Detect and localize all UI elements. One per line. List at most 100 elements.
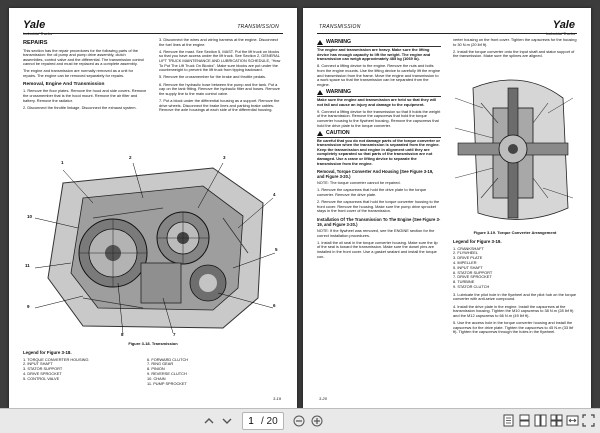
warning-text: The engine and transmission are heavy. M… — [317, 47, 431, 62]
caution-icon — [317, 130, 323, 136]
step: verter housing on the front cover. Tight… — [453, 37, 577, 47]
step: 1. Remove the capscrews that hold the dr… — [317, 187, 427, 198]
callout-label: 5 — [275, 247, 278, 252]
zoom-out-button[interactable] — [290, 412, 308, 430]
step: 3. Disconnect the wires and wiring harne… — [159, 37, 278, 47]
legend-title: Legend for Figure 3-19. — [453, 239, 502, 244]
warning-heading: WARNING — [317, 90, 441, 97]
step: 2. Remove the capscrews that hold the to… — [317, 199, 440, 214]
legend-col-right: 6. FORWARD CLUTCH 7. RING GEAR 8. PINION… — [147, 357, 263, 387]
brand-name: Yale — [23, 19, 46, 31]
step: 8. Connect a lifting device to the engin… — [317, 63, 441, 87]
figure-caption: Figure 3-18. Transmission — [128, 341, 178, 346]
right-col-1: WARNING The engine and transmission are … — [317, 38, 441, 262]
callout-label: 9 — [27, 304, 30, 309]
viewer-toolbar: / 20 — [0, 408, 600, 433]
callout-label: 6 — [273, 303, 276, 308]
legend-item: 9. STATOR CLUTCH — [453, 283, 490, 289]
fullscreen-button[interactable] — [581, 412, 596, 429]
continuous-view-button[interactable] — [517, 412, 532, 429]
header-rule — [23, 33, 283, 34]
step: 7. Put a block under the differential ho… — [159, 97, 280, 113]
callout-label: 8 — [121, 332, 124, 337]
warning-text: Make sure the engine and transmission ar… — [317, 96, 437, 107]
caution-text: Be careful that you do not damage parts … — [317, 137, 441, 166]
single-page-view-button[interactable] — [501, 412, 516, 429]
zoom-out-icon — [293, 415, 305, 427]
callout-label: 4 — [273, 192, 276, 197]
page-number: 3-20 — [319, 396, 328, 401]
step: 5. Use the access hole in the torque con… — [453, 319, 574, 335]
single-page-icon — [503, 414, 514, 427]
torque-converter-illustration — [453, 68, 577, 228]
step: 1. Remove the floor plates. Remove the h… — [23, 88, 147, 103]
page-3-19: Yale Industrial Trucks TRANSMISSION REPA… — [9, 8, 297, 408]
page-total: / 20 — [261, 415, 278, 427]
legend-col-left: 1. TORQUE CONVERTER HOUSING 2. INPUT SHA… — [23, 357, 139, 387]
fullscreen-icon — [582, 414, 595, 427]
paragraph: The engine and transmission are normally… — [23, 68, 134, 79]
callout-label: 10 — [27, 214, 33, 219]
fit-width-icon — [566, 415, 579, 426]
two-page-view-button[interactable] — [533, 412, 548, 429]
left-col-1: REPAIRS This section has the repair proc… — [23, 38, 147, 113]
legend-3-19: 1. CRANKSHAFT 2. FLYWHEEL 3. DRIVE PLATE… — [453, 246, 577, 290]
step: 1. Install the oil seal in the torque co… — [317, 239, 438, 259]
right-col-2-lower: Legend for Figure 3-19. 1. CRANKSHAFT 2.… — [453, 239, 577, 337]
brand-name: Yale — [552, 19, 575, 31]
arrow-down-icon — [222, 418, 232, 424]
step: 5. Remove the crossmember for the brake … — [159, 74, 267, 80]
page-number: 3-19 — [272, 396, 281, 401]
continuous-page-icon — [519, 414, 530, 427]
document-viewport[interactable]: Yale Industrial Trucks TRANSMISSION REPA… — [0, 0, 600, 408]
callout-label: 3 — [223, 155, 226, 160]
two-page-continuous-button[interactable] — [549, 412, 564, 429]
callout-layer: 1 2 3 4 5 6 7 8 9 10 11 — [23, 155, 283, 338]
two-page-continuous-icon — [550, 414, 563, 427]
fit-width-button[interactable] — [565, 412, 580, 429]
right-col-2: verter housing on the front cover. Tight… — [453, 37, 577, 62]
step: 2. Disconnect the throttle linkage. Disc… — [23, 104, 137, 110]
next-page-button[interactable] — [218, 412, 236, 430]
step: 9. Connect a lifting device to the trans… — [317, 108, 441, 128]
note: NOTE: The torque converter cannot be rep… — [317, 180, 401, 186]
section-subtitle: Removal, Engine And Transmission — [23, 81, 105, 87]
view-mode-tools — [501, 412, 596, 429]
section-header: TRANSMISSION — [237, 24, 279, 30]
paragraph: This section has the repair procedures f… — [23, 47, 144, 67]
step: 4. Install the drive plate in the engine… — [453, 303, 574, 318]
legend-title: Legend for Figure 3-18. — [23, 350, 72, 355]
callout-label: 2 — [129, 155, 132, 160]
page-3-20: TRANSMISSION Yale Industrial Trucks WARN… — [303, 8, 591, 408]
two-page-icon — [534, 414, 547, 427]
warning-icon — [317, 40, 323, 45]
step: 2. Install the torque converter onto the… — [453, 48, 575, 59]
arrow-up-icon — [204, 418, 214, 424]
page-title: REPAIRS — [23, 40, 48, 46]
section-header: TRANSMISSION — [319, 24, 361, 30]
legend-item: 11. PUMP SPROCKET — [147, 380, 187, 386]
previous-page-button[interactable] — [200, 412, 218, 430]
warning-label: WARNING — [326, 39, 352, 46]
caution-label: CAUTION — [326, 129, 350, 136]
header-rule — [317, 33, 577, 34]
step: 4. Remove the mast. See Section 5, MAST.… — [159, 48, 281, 73]
warning-icon — [317, 89, 323, 95]
step: 6. Remove the hydraulic hose between the… — [159, 81, 280, 96]
warning-label: WARNING — [326, 89, 352, 96]
caution-heading: CAUTION — [317, 131, 441, 138]
zoom-in-icon — [311, 415, 323, 427]
page-number-field[interactable]: / 20 — [242, 412, 284, 430]
section-subtitle: Removal, Torque Converter And Housing (S… — [317, 169, 434, 180]
page-number-input[interactable] — [243, 415, 259, 427]
callout-label: 7 — [173, 332, 176, 337]
legend-item: 5. CONTROL VALVE — [23, 375, 60, 381]
figure-caption: Figure 3-19. Torque Converter Arrangemen… — [473, 230, 557, 235]
callout-label: 11 — [25, 263, 30, 268]
left-col-2: 3. Disconnect the wires and wiring harne… — [159, 37, 283, 115]
section-subtitle: Installation Of The Transmission To The … — [317, 217, 441, 227]
zoom-in-button[interactable] — [308, 412, 326, 430]
step: 3. Lubricate the pilot hole in the flywh… — [453, 291, 577, 302]
warning-heading: WARNING — [317, 40, 441, 47]
callout-label: 1 — [61, 160, 64, 165]
